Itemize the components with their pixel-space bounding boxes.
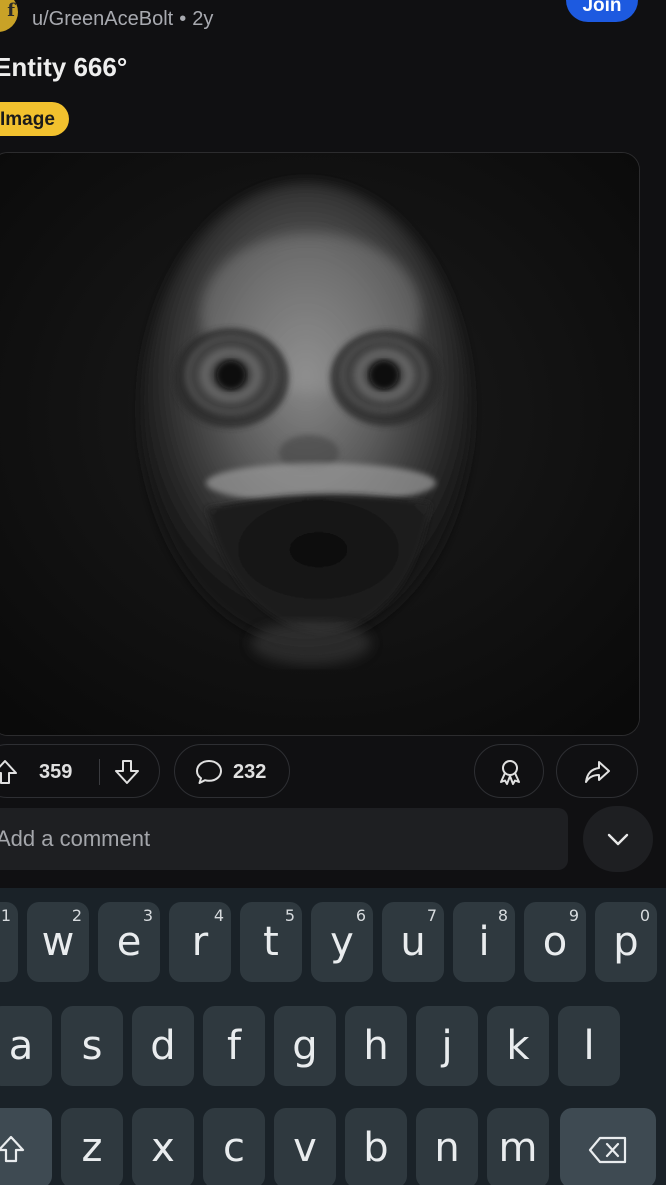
downvote-icon[interactable] — [113, 758, 141, 786]
award-button[interactable] — [474, 744, 544, 798]
key-x[interactable]: x — [132, 1108, 194, 1185]
key-l[interactable]: l — [558, 1006, 620, 1086]
key-f-label: f — [226, 1023, 242, 1069]
subreddit-avatar[interactable]: f — [0, 0, 18, 32]
key-k[interactable]: k — [487, 1006, 549, 1086]
key-a[interactable]: a — [0, 1006, 52, 1086]
key-u-hint: 7 — [426, 906, 437, 925]
key-e[interactable]: e 3 — [98, 902, 160, 982]
key-o[interactable]: o 9 — [524, 902, 586, 982]
key-e-label: e — [116, 919, 142, 965]
key-v-label: v — [293, 1125, 317, 1171]
subreddit-avatar-glyph: f — [7, 0, 15, 21]
key-m[interactable]: m — [487, 1108, 549, 1185]
key-y-hint: 6 — [355, 906, 366, 925]
key-m-label: m — [498, 1125, 538, 1171]
comment-icon — [196, 760, 222, 784]
key-h-label: h — [363, 1023, 389, 1069]
key-g-label: g — [292, 1023, 318, 1069]
on-screen-keyboard: q 1 w 2 e 3 r 4 t 5 y 6 u 7 i 8 — [0, 888, 666, 1185]
add-comment-input[interactable] — [0, 808, 568, 870]
key-u-label: u — [400, 919, 426, 965]
post-flair[interactable]: Image — [0, 102, 69, 136]
backspace-icon — [588, 1136, 627, 1164]
key-q-hint: 1 — [0, 906, 11, 925]
key-b-label: b — [363, 1125, 389, 1171]
reddit-post-screen: f u/GreenAceBolt • 2y Join Entity 666° Ima… — [0, 0, 666, 1185]
comments-button[interactable]: 232 — [174, 744, 290, 798]
key-d[interactable]: d — [132, 1006, 194, 1086]
key-l-label: l — [583, 1023, 595, 1069]
key-i-hint: 8 — [497, 906, 508, 925]
shift-key[interactable] — [0, 1108, 52, 1185]
key-x-label: x — [151, 1125, 175, 1171]
key-p-hint: 0 — [639, 906, 650, 925]
post-age: 2y — [192, 8, 214, 30]
post-image[interactable] — [0, 152, 640, 736]
key-y-label: y — [330, 919, 354, 965]
key-w-label: w — [41, 919, 75, 965]
vote-divider — [99, 759, 100, 785]
post-header: f u/GreenAceBolt • 2y Join — [0, 0, 666, 44]
join-button[interactable]: Join — [566, 0, 638, 22]
key-j[interactable]: j — [416, 1006, 478, 1086]
comment-count: 232 — [233, 761, 267, 783]
key-t[interactable]: t 5 — [240, 902, 302, 982]
key-u[interactable]: u 7 — [382, 902, 444, 982]
key-c[interactable]: c — [203, 1108, 265, 1185]
key-n[interactable]: n — [416, 1108, 478, 1185]
key-r[interactable]: r 4 — [169, 902, 231, 982]
key-k-label: k — [506, 1023, 530, 1069]
shift-icon — [0, 1135, 25, 1163]
separator-dot: • — [179, 8, 187, 30]
share-button[interactable] — [556, 744, 638, 798]
collapse-button[interactable] — [583, 806, 653, 872]
vote-control: 359 — [0, 744, 160, 798]
key-o-label: o — [542, 919, 568, 965]
key-s[interactable]: s — [61, 1006, 123, 1086]
key-c-label: c — [223, 1125, 245, 1171]
key-b[interactable]: b — [345, 1108, 407, 1185]
key-s-label: s — [81, 1023, 103, 1069]
key-r-label: r — [191, 919, 209, 965]
key-e-hint: 3 — [142, 906, 153, 925]
key-d-label: d — [150, 1023, 176, 1069]
key-t-label: t — [263, 919, 279, 965]
key-j-label: j — [441, 1023, 453, 1069]
key-a-label: a — [8, 1023, 34, 1069]
key-p[interactable]: p 0 — [595, 902, 657, 982]
key-r-hint: 4 — [213, 906, 224, 925]
key-g[interactable]: g — [274, 1006, 336, 1086]
key-z-label: z — [81, 1125, 103, 1171]
upvote-count: 359 — [39, 761, 73, 783]
chevron-down-icon — [607, 833, 629, 846]
award-icon — [500, 760, 520, 785]
upvote-icon[interactable] — [0, 758, 19, 786]
key-t-hint: 5 — [284, 906, 295, 925]
key-z[interactable]: z — [61, 1108, 123, 1185]
key-v[interactable]: v — [274, 1108, 336, 1185]
backspace-key[interactable] — [560, 1108, 656, 1185]
key-o-hint: 9 — [568, 906, 579, 925]
share-icon — [585, 761, 610, 783]
key-y[interactable]: y 6 — [311, 902, 373, 982]
key-i[interactable]: i 8 — [453, 902, 515, 982]
key-f[interactable]: f — [203, 1006, 265, 1086]
creepy-face-image — [0, 153, 639, 735]
key-h[interactable]: h — [345, 1006, 407, 1086]
author-username[interactable]: u/GreenAceBolt — [32, 8, 173, 30]
key-w[interactable]: w 2 — [27, 902, 89, 982]
post-title[interactable]: Entity 666° — [0, 52, 127, 83]
key-w-hint: 2 — [71, 906, 82, 925]
key-i-label: i — [478, 919, 490, 965]
key-p-label: p — [613, 919, 639, 965]
author-line: u/GreenAceBolt • 2y — [32, 8, 213, 31]
key-n-label: n — [434, 1125, 460, 1171]
key-q[interactable]: q 1 — [0, 902, 18, 982]
key-q-label: q — [0, 918, 18, 966]
